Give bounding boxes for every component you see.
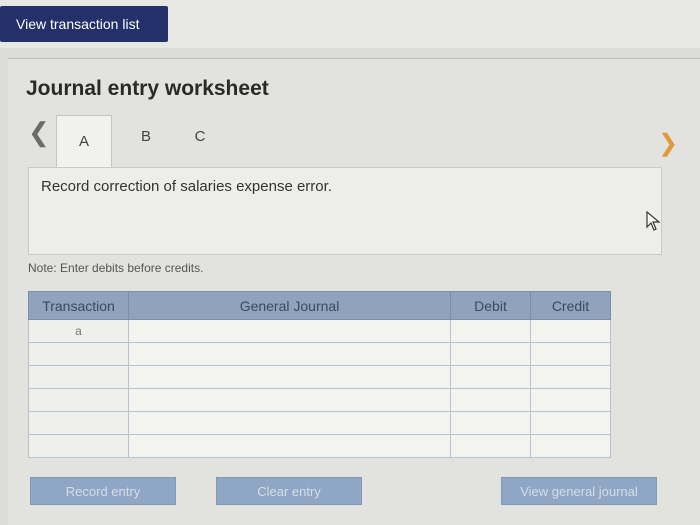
table-header-row: Transaction General Journal Debit Credit (28, 291, 611, 320)
debit-input[interactable] (450, 388, 531, 412)
table-row (28, 434, 611, 458)
chevron-right-icon[interactable]: ❯ (658, 129, 678, 158)
credit-input[interactable] (530, 411, 611, 435)
table-row (28, 365, 611, 389)
general-journal-input[interactable] (128, 388, 451, 412)
table-row (28, 411, 611, 435)
debit-input[interactable] (450, 411, 531, 435)
chevron-left-icon[interactable]: ❮ (28, 117, 50, 148)
transaction-cell (28, 411, 129, 435)
column-header-credit: Credit (530, 291, 611, 320)
mouse-cursor-icon (646, 211, 661, 231)
tab-b[interactable]: B (118, 115, 174, 157)
transaction-cell (28, 342, 129, 366)
transaction-cell (28, 434, 129, 458)
debit-input[interactable] (450, 365, 531, 389)
view-general-journal-button[interactable]: View general journal (501, 477, 657, 505)
general-journal-input[interactable] (128, 342, 451, 366)
transaction-description: Record correction of salaries expense er… (41, 178, 332, 195)
credit-input[interactable] (530, 365, 611, 389)
general-journal-input[interactable] (128, 411, 451, 435)
credit-input[interactable] (530, 388, 611, 412)
credit-input[interactable] (530, 319, 611, 343)
transaction-cell: a (28, 319, 129, 343)
journal-table: Transaction General Journal Debit Credit… (28, 291, 611, 458)
transaction-cell (28, 365, 129, 389)
transaction-description-box: Record correction of salaries expense er… (28, 167, 662, 255)
general-journal-input[interactable] (128, 434, 451, 458)
credit-input[interactable] (530, 434, 611, 458)
record-entry-button[interactable]: Record entry (30, 477, 176, 505)
instruction-note: Note: Enter debits before credits. (28, 261, 204, 275)
column-header-general-journal: General Journal (128, 291, 451, 320)
tab-c[interactable]: C (172, 115, 228, 157)
credit-input[interactable] (530, 342, 611, 366)
tab-a[interactable]: A (56, 115, 112, 167)
debit-input[interactable] (450, 319, 531, 343)
page-title: Journal entry worksheet (26, 77, 269, 100)
general-journal-input[interactable] (128, 319, 451, 343)
column-header-transaction: Transaction (28, 291, 129, 320)
view-transaction-list-button[interactable]: View transaction list (0, 6, 168, 42)
clear-entry-button[interactable]: Clear entry (216, 477, 362, 505)
debit-input[interactable] (450, 342, 531, 366)
table-row (28, 342, 611, 366)
table-row (28, 388, 611, 412)
column-header-debit: Debit (450, 291, 531, 320)
table-row: a (28, 319, 611, 343)
debit-input[interactable] (450, 434, 531, 458)
transaction-cell (28, 388, 129, 412)
general-journal-input[interactable] (128, 365, 451, 389)
journal-entry-worksheet: Journal entry worksheet ❮ A B C ❯ Record… (8, 58, 700, 525)
